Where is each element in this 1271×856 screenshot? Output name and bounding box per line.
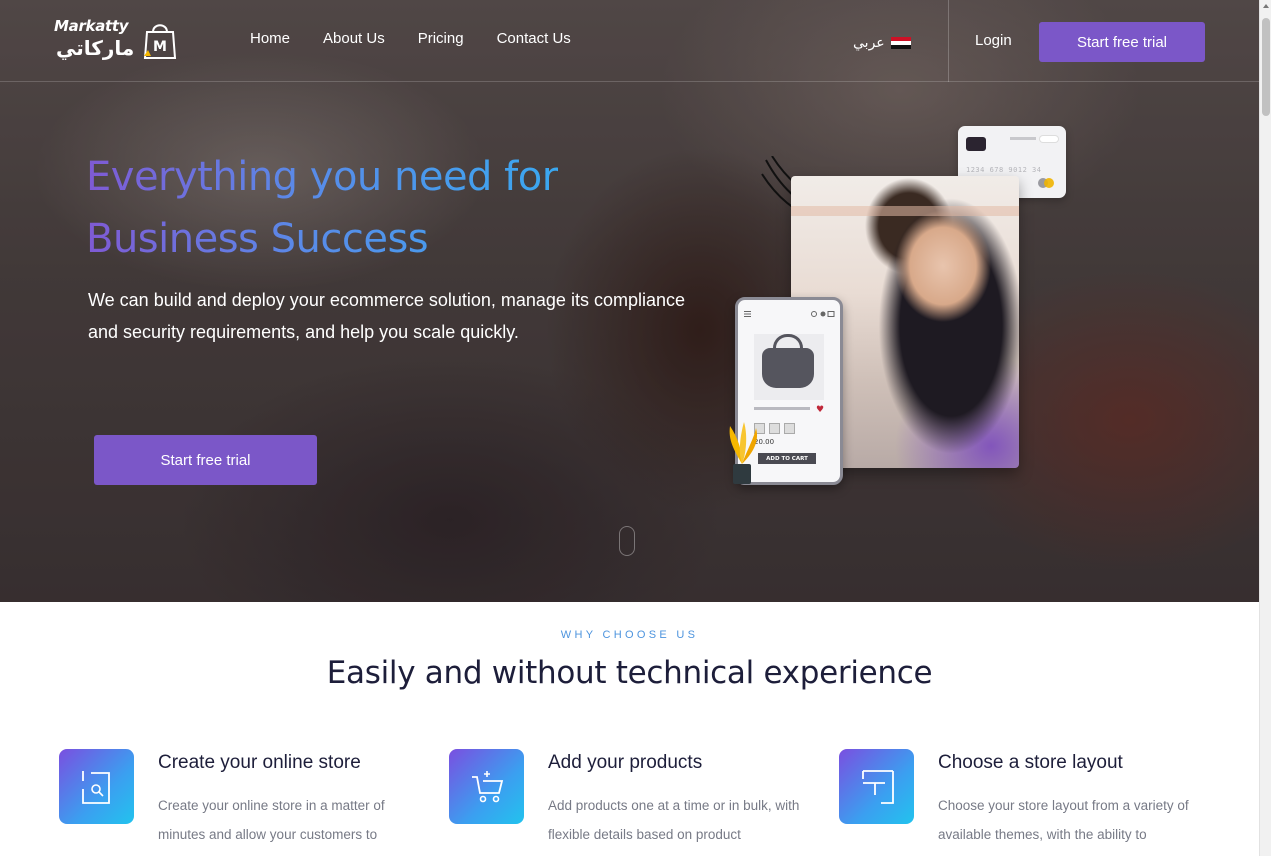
hero-start-trial-button[interactable]: Start free trial [94,435,317,485]
language-switcher[interactable]: عربي [853,35,911,51]
heart-icon: ♥ [816,405,825,415]
nav-divider [948,0,949,82]
phone-menu-icon [744,311,835,317]
hero-title: Everything you need for Business Success [86,146,558,270]
navbar: Markatty ماركاتي M Home About Us Pricing… [0,0,1259,82]
cart-icon[interactable] [449,749,524,824]
feature-title: Create your online store [158,752,361,773]
svg-text:M: M [153,39,167,55]
nav-link-home[interactable]: Home [250,30,290,47]
handbag-icon [762,348,814,388]
hero-section: Markatty ماركاتي M Home About Us Pricing… [0,0,1259,602]
section-title: Easily and without technical experience [326,655,933,691]
phone-add-to-cart: ADD TO CART [758,453,816,464]
card-number: 1234 678 9012 34 [966,166,1042,174]
shopping-bag-icon: M [143,24,177,59]
nav-links: Home About Us Pricing Contact Us [250,30,604,47]
nav-start-trial-button[interactable]: Start free trial [1039,22,1205,62]
hero-title-line2: Business Success [86,208,558,270]
logo[interactable]: Markatty ماركاتي M [54,14,190,72]
why-choose-section: WHY CHOOSE US Easily and without technic… [0,602,1259,856]
hero-subtitle: We can build and deploy your ecommerce s… [88,290,685,342]
logo-text-ar: ماركاتي [56,36,135,60]
feature-description: Create your online store in a matter of … [158,798,385,842]
scroll-down-icon[interactable] [619,526,635,556]
feature-description: Add products one at a time or in bulk, w… [548,798,800,842]
layout-icon[interactable] [839,749,914,824]
page-scrollbar[interactable] [1259,0,1271,856]
scrollbar-thumb[interactable] [1262,18,1270,116]
plant-icon [729,422,758,484]
logo-text-en: Markatty [54,17,129,35]
login-link[interactable]: Login [975,32,1012,49]
language-label: عربي [853,35,885,51]
egypt-flag-icon [890,36,911,50]
section-eyebrow: WHY CHOOSE US [560,629,699,641]
nav-link-about[interactable]: About Us [323,30,385,47]
store-icon[interactable] [59,749,134,824]
nav-link-pricing[interactable]: Pricing [418,30,464,47]
feature-title: Choose a store layout [938,752,1123,773]
feature-title: Add your products [548,752,703,773]
hero-title-line1: Everything you need for [86,146,558,208]
scroll-up-arrow-icon[interactable] [1263,4,1269,8]
nav-link-contact[interactable]: Contact Us [497,30,571,47]
hero-illustration: 1234 678 9012 34 ♥ 20.00 ADD TO CART [720,120,1080,500]
feature-description: Choose your store layout from a variety … [938,798,1189,842]
